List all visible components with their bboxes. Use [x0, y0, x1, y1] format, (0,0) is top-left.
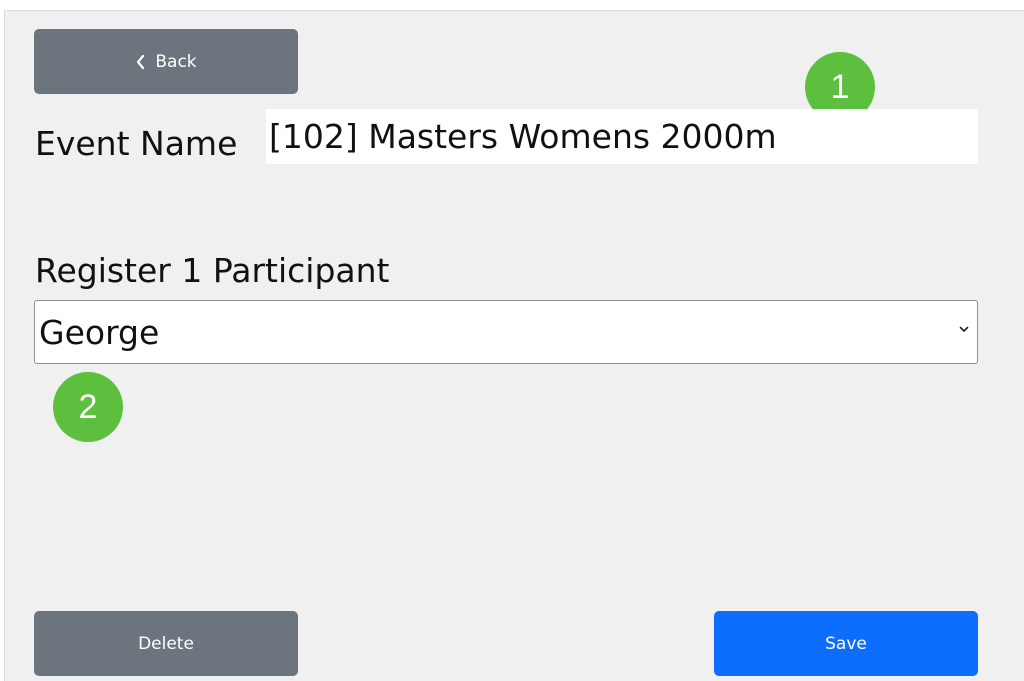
register-participant-label: Register 1 Participant — [35, 251, 390, 290]
annotation-marker-2: 2 — [53, 372, 123, 442]
participant-select[interactable]: George — [34, 300, 978, 364]
event-name-field[interactable] — [266, 109, 978, 164]
delete-button[interactable]: Delete — [34, 611, 298, 676]
back-button[interactable]: Back — [34, 29, 298, 94]
participant-select-value: George — [39, 313, 160, 352]
save-button[interactable]: Save — [714, 611, 978, 676]
back-button-label: Back — [155, 51, 197, 72]
chevron-down-icon — [959, 326, 969, 333]
chevron-left-icon — [135, 54, 146, 70]
event-name-label: Event Name — [35, 124, 238, 163]
